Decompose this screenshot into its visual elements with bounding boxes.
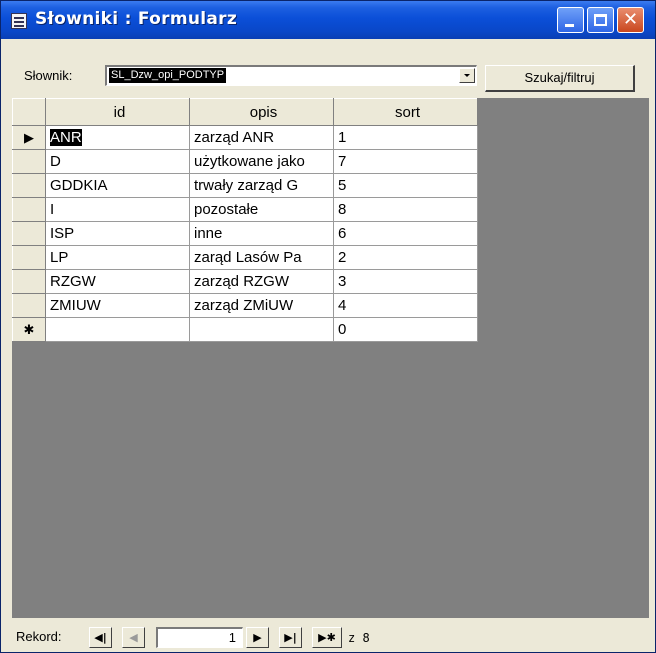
new-record-row[interactable]: ✱ 0 bbox=[12, 317, 478, 342]
search-filter-button[interactable]: Szukaj/filtruj bbox=[485, 65, 635, 92]
cell-sort[interactable]: 0 bbox=[333, 317, 478, 342]
select-all-corner[interactable] bbox=[12, 98, 46, 126]
row-selector[interactable] bbox=[12, 221, 46, 246]
cell-opis[interactable]: pozostałe bbox=[189, 197, 334, 222]
table-row[interactable]: LP zarąd Lasów Pa 2 bbox=[12, 245, 478, 270]
last-record-button[interactable]: ▶| bbox=[279, 627, 302, 648]
column-header-opis[interactable]: opis bbox=[189, 98, 334, 126]
table-row[interactable]: ZMIUW zarząd ZMiUW 4 bbox=[12, 293, 478, 318]
cell-opis[interactable]: trwały zarząd G bbox=[189, 173, 334, 198]
cell-id[interactable]: ISP bbox=[45, 221, 190, 246]
window-title: Słowniki : Formularz bbox=[35, 9, 238, 29]
chevron-down-icon[interactable] bbox=[459, 68, 475, 83]
current-record-icon[interactable]: ▶ bbox=[12, 125, 46, 150]
cell-id[interactable]: LP bbox=[45, 245, 190, 270]
previous-record-button[interactable]: ◀ bbox=[122, 627, 145, 648]
new-record-icon[interactable]: ✱ bbox=[12, 317, 46, 342]
record-label: Rekord: bbox=[16, 629, 62, 644]
maximize-icon bbox=[594, 14, 607, 26]
cell-opis[interactable]: użytkowane jako bbox=[189, 149, 334, 174]
maximize-button[interactable] bbox=[587, 7, 614, 33]
row-selector[interactable] bbox=[12, 269, 46, 294]
title-bar[interactable]: Słowniki : Formularz ✕ bbox=[1, 1, 655, 39]
table-row[interactable]: GDDKIA trwały zarząd G 5 bbox=[12, 173, 478, 198]
record-number-input[interactable]: 1 bbox=[156, 627, 243, 648]
cell-id[interactable]: ZMIUW bbox=[45, 293, 190, 318]
dictionary-value: SL_Dzw_opi_PODTYP bbox=[109, 68, 227, 83]
cell-id[interactable]: I bbox=[45, 197, 190, 222]
cell-id[interactable]: GDDKIA bbox=[45, 173, 190, 198]
cell-sort[interactable]: 8 bbox=[333, 197, 478, 222]
column-header-sort[interactable]: sort bbox=[333, 98, 478, 126]
cell-opis[interactable] bbox=[189, 317, 334, 342]
cell-opis[interactable]: zarząd ANR bbox=[189, 125, 334, 150]
cell-id[interactable]: D bbox=[45, 149, 190, 174]
table-row[interactable]: RZGW zarząd RZGW 3 bbox=[12, 269, 478, 294]
row-selector[interactable] bbox=[12, 293, 46, 318]
table-row[interactable]: ▶ ANR zarząd ANR 1 bbox=[12, 125, 478, 150]
cell-id[interactable]: ANR bbox=[45, 125, 190, 150]
row-selector[interactable] bbox=[12, 173, 46, 198]
cell-opis[interactable]: zarąd Lasów Pa bbox=[189, 245, 334, 270]
cell-sort[interactable]: 2 bbox=[333, 245, 478, 270]
form-window: Słowniki : Formularz ✕ Słownik: SL_Dzw_o… bbox=[0, 0, 656, 653]
close-icon: ✕ bbox=[622, 9, 639, 30]
column-header-id[interactable]: id bbox=[45, 98, 190, 126]
close-button[interactable]: ✕ bbox=[617, 7, 644, 33]
cell-sort[interactable]: 3 bbox=[333, 269, 478, 294]
record-count: z 8 bbox=[348, 631, 370, 645]
table-row[interactable]: ISP inne 6 bbox=[12, 221, 478, 246]
cell-opis[interactable]: zarząd ZMiUW bbox=[189, 293, 334, 318]
first-record-button[interactable]: ◀| bbox=[89, 627, 112, 648]
cell-opis[interactable]: zarząd RZGW bbox=[189, 269, 334, 294]
minimize-icon bbox=[565, 24, 574, 27]
datasheet: id opis sort ▶ ANR zarząd ANR 1 D użytko… bbox=[12, 98, 478, 342]
cell-sort[interactable]: 1 bbox=[333, 125, 478, 150]
row-selector[interactable] bbox=[12, 197, 46, 222]
cell-id[interactable] bbox=[45, 317, 190, 342]
cell-sort[interactable]: 7 bbox=[333, 149, 478, 174]
next-record-button[interactable]: ▶ bbox=[246, 627, 269, 648]
minimize-button[interactable] bbox=[557, 7, 584, 33]
cell-id[interactable]: RZGW bbox=[45, 269, 190, 294]
dictionary-select[interactable]: SL_Dzw_opi_PODTYP bbox=[105, 65, 477, 86]
form-icon[interactable] bbox=[11, 13, 27, 29]
table-row[interactable]: I pozostałe 8 bbox=[12, 197, 478, 222]
cell-sort[interactable]: 5 bbox=[333, 173, 478, 198]
row-selector[interactable] bbox=[12, 245, 46, 270]
cell-sort[interactable]: 4 bbox=[333, 293, 478, 318]
table-row[interactable]: D użytkowane jako 7 bbox=[12, 149, 478, 174]
cell-opis[interactable]: inne bbox=[189, 221, 334, 246]
cell-sort[interactable]: 6 bbox=[333, 221, 478, 246]
dictionary-label: Słownik: bbox=[24, 68, 73, 83]
row-selector[interactable] bbox=[12, 149, 46, 174]
new-record-button[interactable]: ▶✱ bbox=[312, 627, 342, 648]
